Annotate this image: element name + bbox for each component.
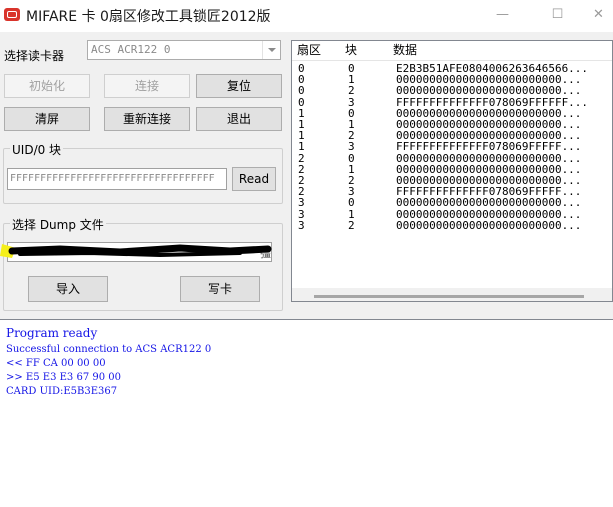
cell-block: 0 bbox=[348, 63, 355, 75]
cell-sector: 0 bbox=[298, 74, 305, 87]
reconnect-button[interactable]: 重新连接 bbox=[104, 107, 190, 131]
reader-select-value: ACS ACR122 0 bbox=[91, 43, 171, 56]
cell-block: 1 bbox=[348, 208, 355, 221]
table-row[interactable]: 3 0 0000000000000000000000000... bbox=[292, 197, 612, 209]
cell-sector: 2 bbox=[298, 186, 305, 199]
cell-data: 0000000000000000000000000... bbox=[396, 208, 582, 221]
table-row[interactable]: 3 1 0000000000000000000000000... bbox=[292, 209, 612, 221]
table-row[interactable]: 1 0 0000000000000000000000000... bbox=[292, 108, 612, 120]
table-row[interactable]: 1 1 0000000000000000000000000... bbox=[292, 119, 612, 131]
cell-sector: 2 bbox=[298, 152, 305, 165]
table-row[interactable]: 1 2 0000000000000000000000000... bbox=[292, 130, 612, 142]
cell-sector: 0 bbox=[298, 96, 305, 109]
cell-block: 3 bbox=[348, 96, 355, 109]
reader-label: 选择读卡器 bbox=[4, 49, 65, 63]
header-block[interactable]: 块 bbox=[340, 41, 394, 61]
dump-group-title: 选择 Dump 文件 bbox=[10, 216, 106, 233]
chevron-down-icon[interactable] bbox=[262, 41, 280, 59]
cell-block: 0 bbox=[348, 152, 355, 165]
table-row[interactable]: 0 0 E2B3B51AFE0804006263646566... bbox=[292, 63, 612, 75]
cell-data: 0000000000000000000000000... bbox=[396, 119, 582, 131]
close-button[interactable]: ✕ bbox=[584, 0, 613, 32]
log-line: Successful connection to ACS ACR122 0 bbox=[6, 344, 212, 355]
cell-block: 3 bbox=[348, 141, 355, 154]
cell-block: 2 bbox=[348, 130, 355, 143]
cell-block: 2 bbox=[348, 175, 355, 187]
redaction-scribble bbox=[0, 244, 272, 258]
table-row[interactable]: 2 0 0000000000000000000000000... bbox=[292, 153, 612, 165]
cell-sector: 3 bbox=[298, 197, 305, 210]
reader-select[interactable]: ACS ACR122 0 bbox=[87, 40, 281, 60]
cell-data: FFFFFFFFFFFFFF078069FFFFF... bbox=[396, 186, 582, 199]
log-line: CARD UID:E5B3E367 bbox=[6, 386, 118, 397]
cell-block: 1 bbox=[348, 163, 355, 176]
log-line: << FF CA 00 00 00 bbox=[6, 358, 106, 369]
exit-button[interactable]: 退出 bbox=[196, 107, 282, 131]
cell-block: 0 bbox=[348, 107, 355, 120]
cell-block: 3 bbox=[348, 186, 355, 199]
cell-sector: 1 bbox=[298, 130, 305, 143]
read-button[interactable]: Read bbox=[232, 167, 276, 191]
table-row[interactable]: 3 2 0000000000000000000000000... bbox=[292, 220, 612, 232]
maximize-button[interactable]: ☐ bbox=[535, 0, 580, 32]
minimize-button[interactable]: — bbox=[480, 0, 525, 32]
cell-data: 0000000000000000000000000... bbox=[396, 85, 582, 98]
uid-input[interactable]: FFFFFFFFFFFFFFFFFFFFFFFFFFFFFFFFFF bbox=[7, 168, 227, 190]
reset-button[interactable]: 复位 bbox=[196, 74, 282, 98]
table-row[interactable]: 2 1 0000000000000000000000000... bbox=[292, 164, 612, 176]
cell-data: 0000000000000000000000000... bbox=[396, 163, 582, 176]
uid-input-value: FFFFFFFFFFFFFFFFFFFFFFFFFFFFFFFFFF bbox=[10, 173, 215, 184]
data-table[interactable]: 扇区 块 数据 0 0 E2B3B51AFE0804006263646566... 0… bbox=[291, 40, 613, 302]
cell-sector: 0 bbox=[298, 63, 305, 75]
cell-sector: 3 bbox=[298, 208, 305, 221]
cell-data: E2B3B51AFE0804006263646566... bbox=[396, 63, 589, 75]
cell-data: 0000000000000000000000000... bbox=[396, 197, 582, 210]
table-row[interactable]: 2 3 FFFFFFFFFFFFFF078069FFFFF... bbox=[292, 186, 612, 198]
cell-data: 0000000000000000000000000... bbox=[396, 107, 582, 120]
header-data[interactable]: 数据 bbox=[388, 41, 612, 61]
cell-sector: 0 bbox=[298, 85, 305, 98]
uid-group-title: UID/0 块 bbox=[10, 141, 64, 158]
cell-data: 0000000000000000000000000... bbox=[396, 74, 582, 87]
cell-data: FFFFFFFFFFFFFF078069FFFFF... bbox=[396, 141, 582, 154]
clear-button[interactable]: 清屏 bbox=[4, 107, 90, 131]
cell-block: 1 bbox=[348, 119, 355, 131]
connect-button[interactable]: 连接 bbox=[104, 74, 190, 98]
import-button[interactable]: 导入 bbox=[28, 276, 108, 302]
table-row[interactable]: 2 2 0000000000000000000000000... bbox=[292, 175, 612, 187]
table-row[interactable]: 0 1 0000000000000000000000000... bbox=[292, 74, 612, 86]
cell-block: 0 bbox=[348, 197, 355, 210]
log-line: >> E5 E3 E3 67 90 00 bbox=[6, 372, 121, 383]
scrollbar-thumb[interactable] bbox=[314, 295, 584, 298]
cell-block: 2 bbox=[348, 85, 355, 98]
write-card-button[interactable]: 写卡 bbox=[180, 276, 260, 302]
table-row[interactable]: 0 2 0000000000000000000000000... bbox=[292, 85, 612, 97]
table-row[interactable]: 0 3 FFFFFFFFFFFFFF078069FFFFFF... bbox=[292, 97, 612, 109]
cell-data: FFFFFFFFFFFFFF078069FFFFFF... bbox=[396, 96, 589, 109]
cell-sector: 2 bbox=[298, 163, 305, 176]
app-icon bbox=[4, 8, 20, 21]
cell-block: 2 bbox=[348, 219, 355, 232]
cell-sector: 2 bbox=[298, 175, 305, 187]
cell-sector: 1 bbox=[298, 107, 305, 120]
table-row[interactable]: 1 3 FFFFFFFFFFFFFF078069FFFFF... bbox=[292, 141, 612, 153]
cell-data: 0000000000000000000000000... bbox=[396, 175, 582, 187]
cell-sector: 3 bbox=[298, 219, 305, 232]
cell-data: 0000000000000000000000000... bbox=[396, 219, 582, 232]
init-button[interactable]: 初始化 bbox=[4, 74, 90, 98]
window-title: MIFARE 卡 0扇区修改工具锁匠2012版 bbox=[26, 9, 271, 25]
log-output[interactable]: Program ready Successful connection to A… bbox=[0, 319, 613, 507]
cell-sector: 1 bbox=[298, 141, 305, 154]
log-line: Program ready bbox=[6, 326, 98, 340]
cell-data: 0000000000000000000000000... bbox=[396, 130, 582, 143]
header-sector[interactable]: 扇区 bbox=[292, 41, 346, 61]
cell-sector: 1 bbox=[298, 119, 305, 131]
cell-block: 1 bbox=[348, 74, 355, 87]
cell-data: 0000000000000000000000000... bbox=[396, 152, 582, 165]
